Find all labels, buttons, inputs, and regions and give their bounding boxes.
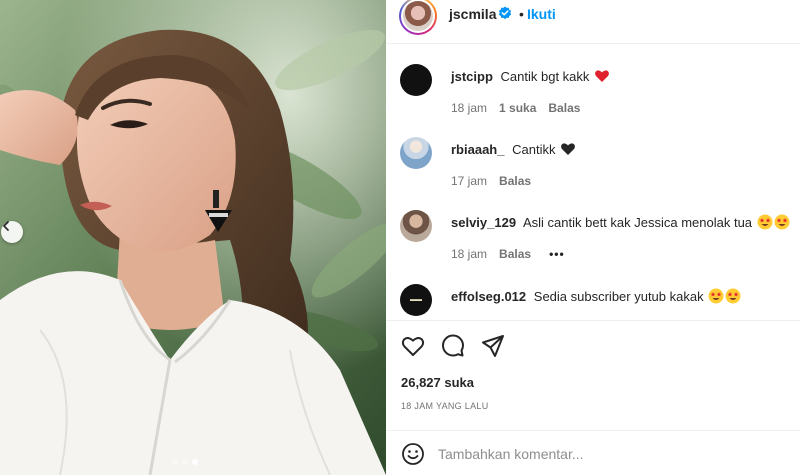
comment-text-row: selviy_129 Asli cantik bett kak Jessica … [451, 214, 791, 232]
carousel-dot-active [192, 459, 198, 465]
comment-item: jstcipp Cantik bgt kakk 18 jam 1 suka Ba… [386, 64, 800, 124]
comment-meta: 18 jam Balas ••• [451, 247, 565, 261]
comment-avatar[interactable]: ▬▬ [400, 284, 432, 316]
carousel-dot [182, 459, 188, 465]
portrait-image [0, 0, 386, 475]
comment-text-row: effolseg.012 Sedia subscriber yutub kaka… [451, 288, 791, 306]
smiley-icon[interactable] [401, 442, 425, 466]
heart-outline-icon[interactable] [400, 333, 426, 359]
header-separator: • [519, 6, 524, 22]
comment-more-options-icon[interactable]: ••• [549, 247, 565, 261]
comment-text: Cantikk [512, 142, 556, 157]
star-struck-emoji-icon [774, 214, 790, 230]
comment-input[interactable] [438, 441, 778, 467]
verified-badge-icon [498, 6, 512, 20]
comment-text: Sedia subscriber yutub kakak [533, 289, 704, 304]
reply-button[interactable]: Balas [548, 101, 580, 115]
red-heart-icon [595, 70, 609, 82]
comment-text-row: jstcipp Cantik bgt kakk [451, 68, 791, 86]
post-side-panel: jscmila • Ikuti jstcipp Cantik bgt kakk … [386, 0, 800, 475]
black-heart-icon [561, 143, 576, 155]
comment-time: 18 jam [451, 101, 488, 115]
comment-time: 17 jam [451, 174, 488, 188]
star-struck-emoji-icon [757, 214, 773, 230]
post-photo [0, 0, 386, 475]
carousel-dot [172, 459, 178, 465]
author-avatar[interactable] [399, 0, 437, 35]
comment-username[interactable]: jstcipp [451, 69, 493, 84]
comment-bubble-icon[interactable] [440, 333, 466, 359]
post-header: jscmila • Ikuti [386, 0, 800, 44]
likes-count[interactable]: 26,827 suka [401, 375, 474, 390]
comment-avatar[interactable] [400, 64, 432, 96]
star-struck-emoji-icon [725, 288, 741, 304]
comment-likes[interactable]: 1 suka [499, 101, 536, 115]
comment-text-row: rbiaaah_ Cantikk [451, 141, 791, 159]
comment-username[interactable]: selviy_129 [451, 215, 516, 230]
comment-meta: 18 jam 1 suka Balas [451, 101, 580, 115]
comment-avatar[interactable] [400, 210, 432, 242]
comment-username[interactable]: rbiaaah_ [451, 142, 504, 157]
comment-item: selviy_129 Asli cantik bett kak Jessica … [386, 210, 800, 270]
reply-button[interactable]: Balas [499, 247, 531, 261]
comment-item: rbiaaah_ Cantikk 17 jam Balas [386, 137, 800, 197]
comment-username[interactable]: effolseg.012 [451, 289, 526, 304]
post-timestamp: 18 JAM YANG LALU [401, 401, 489, 411]
post-actions: 26,827 suka 18 JAM YANG LALU [386, 320, 800, 424]
carousel-prev-button[interactable] [1, 221, 23, 243]
comment-time: 18 jam [451, 247, 488, 261]
carousel-dots [172, 459, 198, 465]
author-username[interactable]: jscmila [449, 6, 496, 22]
comment-text: Cantik bgt kakk [500, 69, 590, 84]
comment-avatar[interactable] [400, 137, 432, 169]
comment-text: Asli cantik bett kak Jessica menolak tua [522, 215, 753, 230]
comment-composer [386, 430, 800, 475]
chevron-left-icon [3, 221, 9, 231]
follow-button[interactable]: Ikuti [527, 6, 556, 22]
comment-meta: 17 jam Balas [451, 174, 531, 188]
star-struck-emoji-icon [708, 288, 724, 304]
reply-button[interactable]: Balas [499, 174, 531, 188]
paper-plane-icon[interactable] [480, 333, 506, 359]
